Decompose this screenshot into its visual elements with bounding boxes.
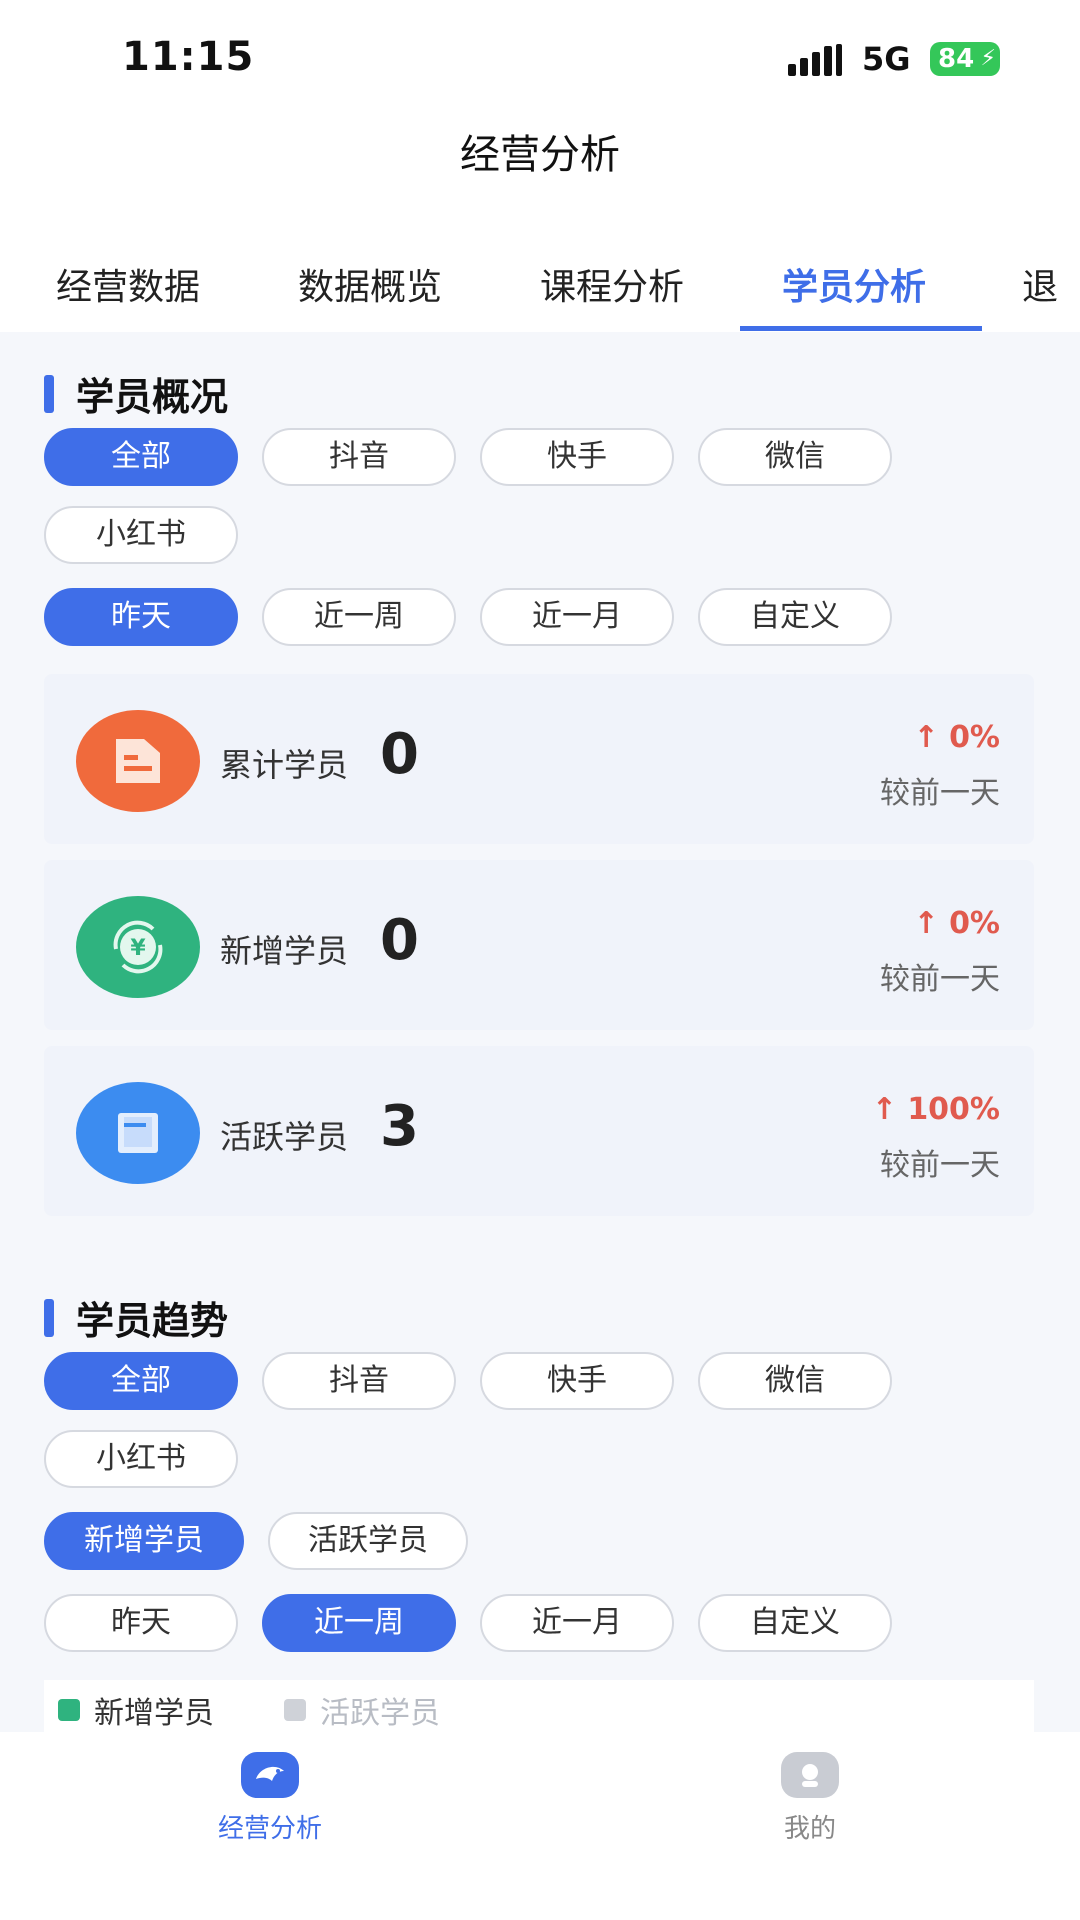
tab-course-analysis[interactable]: 课程分析 <box>540 258 684 310</box>
overview-period-custom[interactable]: 自定义 <box>698 588 892 646</box>
arrow-up-icon: ↑ <box>913 720 950 755</box>
trend-platform-xiaohongshu[interactable]: 小红书 <box>44 1430 238 1488</box>
trend-metric-active[interactable]: 活跃学员 <box>268 1512 468 1570</box>
stat-compare-label: 较前一天 <box>880 962 1000 997</box>
status-bar: 11:15 5G 84 ⚡ <box>0 0 1080 110</box>
status-time: 11:15 <box>122 34 255 80</box>
trend-period-yesterday[interactable]: 昨天 <box>44 1594 238 1652</box>
legend-swatch <box>58 1699 80 1721</box>
overview-period-week[interactable]: 近一周 <box>262 588 456 646</box>
document-icon <box>76 710 200 812</box>
tab-refund[interactable]: 退 <box>1022 258 1058 310</box>
overview-title-text: 学员概况 <box>76 375 229 419</box>
signal-icon <box>788 44 842 76</box>
trend-platform-douyin[interactable]: 抖音 <box>262 1352 456 1410</box>
tab-student-analysis[interactable]: 学员分析 <box>782 258 926 310</box>
bottom-nav-mine[interactable]: 我的 <box>710 1752 910 1845</box>
stat-card-new-students: ¥ 新增学员 0 ↑ 0% 较前一天 <box>44 860 1034 1030</box>
charging-icon: ⚡ <box>980 46 996 71</box>
legend-label: 活跃学员 <box>320 1696 440 1731</box>
section-marker <box>44 1298 54 1337</box>
tab-data-overview[interactable]: 数据概览 <box>298 258 442 310</box>
dolphin-icon <box>241 1752 299 1798</box>
stat-value: 0 <box>380 722 419 787</box>
section-marker <box>44 374 54 413</box>
overview-section-title: 学员概况 <box>44 366 228 421</box>
book-icon <box>76 1082 200 1184</box>
stat-change: ↑ 0% <box>913 906 1000 941</box>
overview-platform-douyin[interactable]: 抖音 <box>262 428 456 486</box>
trend-section-title: 学员趋势 <box>44 1290 228 1345</box>
trend-platform-all[interactable]: 全部 <box>44 1352 238 1410</box>
trend-period-custom[interactable]: 自定义 <box>698 1594 892 1652</box>
stat-change: ↑ 0% <box>913 720 1000 755</box>
trend-period-week[interactable]: 近一周 <box>262 1594 456 1652</box>
overview-platform-all[interactable]: 全部 <box>44 428 238 486</box>
legend-item-active[interactable]: 活跃学员 <box>284 1688 440 1732</box>
battery-icon: 84 ⚡ <box>930 42 1000 76</box>
overview-platform-wechat[interactable]: 微信 <box>698 428 892 486</box>
stat-value: 3 <box>380 1094 419 1159</box>
overview-period-month[interactable]: 近一月 <box>480 588 674 646</box>
main-content: 学员概况 全部 抖音 快手 微信 小红书 昨天 近一周 近一月 自定义 累计学员… <box>0 332 1080 1732</box>
trend-platform-kuaishou[interactable]: 快手 <box>480 1352 674 1410</box>
stat-card-active-students: 活跃学员 3 ↑ 100% 较前一天 <box>44 1046 1034 1216</box>
stat-card-total-students: 累计学员 0 ↑ 0% 较前一天 <box>44 674 1034 844</box>
stat-compare-label: 较前一天 <box>880 776 1000 811</box>
overview-platform-kuaishou[interactable]: 快手 <box>480 428 674 486</box>
stat-value: 0 <box>380 908 419 973</box>
active-tab-indicator <box>740 326 982 331</box>
overview-period-yesterday[interactable]: 昨天 <box>44 588 238 646</box>
arrow-up-icon: ↑ <box>871 1092 908 1127</box>
bottom-nav-label: 经营分析 <box>217 1814 322 1844</box>
svg-text:¥: ¥ <box>130 936 146 961</box>
stat-label: 新增学员 <box>220 932 349 970</box>
network-type: 5G <box>862 40 911 78</box>
legend-item-new[interactable]: 新增学员 <box>58 1688 214 1732</box>
profile-icon <box>781 1752 839 1798</box>
stat-label: 活跃学员 <box>220 1118 349 1156</box>
arrow-up-icon: ↑ <box>913 906 950 941</box>
bottom-nav: 经营分析 我的 <box>0 1732 1080 1920</box>
stat-change: ↑ 100% <box>871 1092 1000 1127</box>
tab-bar: 经营数据 数据概览 课程分析 学员分析 退 <box>0 230 1080 332</box>
stat-compare-label: 较前一天 <box>880 1148 1000 1183</box>
legend-swatch <box>284 1699 306 1721</box>
trend-chart-legend: 新增学员 活跃学员 <box>44 1680 1034 1732</box>
trend-metric-new[interactable]: 新增学员 <box>44 1512 244 1570</box>
page-title: 经营分析 <box>0 110 1080 230</box>
stat-label: 累计学员 <box>220 746 349 784</box>
trend-period-month[interactable]: 近一月 <box>480 1594 674 1652</box>
yuan-cycle-icon: ¥ <box>76 896 200 998</box>
legend-label: 新增学员 <box>94 1696 214 1731</box>
bottom-nav-label: 我的 <box>783 1814 836 1844</box>
battery-level: 84 <box>938 44 975 74</box>
trend-platform-wechat[interactable]: 微信 <box>698 1352 892 1410</box>
tab-business-data[interactable]: 经营数据 <box>56 258 200 310</box>
trend-title-text: 学员趋势 <box>76 1299 229 1343</box>
overview-platform-xiaohongshu[interactable]: 小红书 <box>44 506 238 564</box>
bottom-nav-business-analysis[interactable]: 经营分析 <box>170 1752 370 1845</box>
